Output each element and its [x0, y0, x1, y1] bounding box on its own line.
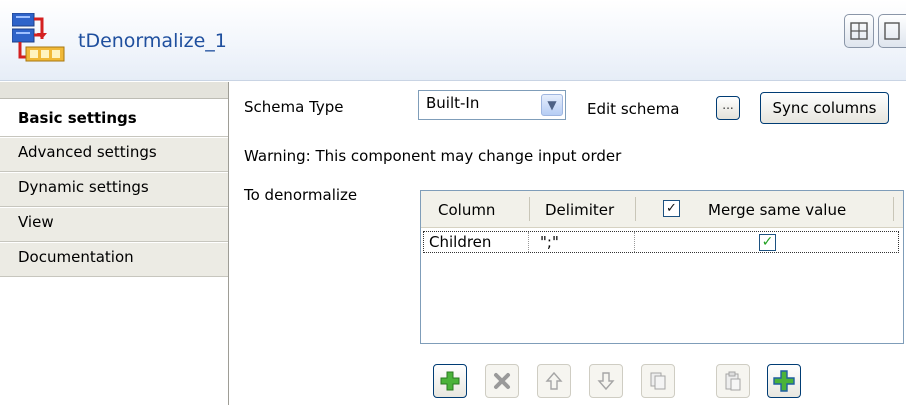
paste-button[interactable] [716, 364, 750, 398]
column-header-column[interactable]: Column [438, 201, 495, 219]
remove-row-button[interactable] [485, 364, 519, 398]
add-icon [440, 371, 460, 391]
move-up-icon [545, 371, 563, 390]
tdenormalize-component-icon [12, 13, 65, 62]
add-all-icon [773, 370, 795, 392]
add-all-button[interactable] [767, 364, 801, 398]
header-separator [635, 197, 636, 221]
component-title: tDenormalize_1 [78, 30, 227, 52]
remove-icon [494, 373, 510, 389]
tab-dynamic-settings[interactable]: Dynamic settings [0, 173, 228, 207]
cell-separator [528, 232, 530, 252]
layout-toggle-button[interactable] [844, 14, 874, 48]
cell-column[interactable]: Children [429, 233, 491, 251]
move-down-button[interactable] [589, 364, 623, 398]
component-header: tDenormalize_1 [0, 0, 906, 81]
copy-button[interactable] [641, 364, 675, 398]
to-denormalize-label: To denormalize [244, 186, 358, 204]
column-header-delimiter[interactable]: Delimiter [545, 201, 614, 219]
view-toggle-button[interactable] [878, 14, 906, 48]
schema-type-value: Built-In [426, 94, 480, 112]
move-down-icon [597, 372, 615, 391]
cell-delimiter[interactable]: ";" [540, 233, 559, 251]
tab-basic-settings[interactable]: Basic settings [0, 99, 228, 137]
grid-layout-icon [850, 22, 868, 40]
tab-view[interactable]: View [0, 208, 228, 242]
settings-tab-list: Basic settings Advanced settings Dynamic… [0, 82, 229, 405]
table-header: Column Delimiter ✓ Merge same value [421, 191, 903, 228]
panel-icon [884, 22, 900, 40]
edit-schema-button[interactable]: ... [716, 96, 740, 120]
denormalize-table: Column Delimiter ✓ Merge same value Chil… [420, 190, 904, 344]
chevron-down-icon[interactable]: ▼ [541, 94, 563, 116]
move-up-button[interactable] [537, 364, 571, 398]
add-row-button[interactable] [433, 364, 467, 398]
header-separator [893, 197, 894, 221]
edit-schema-label: Edit schema [587, 100, 680, 118]
copy-icon [650, 372, 666, 390]
tab-strip-top [0, 82, 228, 99]
schema-type-select[interactable]: Built-In ▼ [418, 90, 566, 120]
merge-same-value-checkbox[interactable]: ✓ [759, 234, 776, 251]
header-separator [529, 197, 530, 221]
tab-advanced-settings[interactable]: Advanced settings [0, 138, 228, 172]
sync-columns-button[interactable]: Sync columns [760, 92, 889, 124]
tab-documentation[interactable]: Documentation [0, 243, 228, 277]
paste-icon [725, 371, 741, 391]
table-row[interactable]: Children ";" ✓ [423, 231, 899, 253]
tab-divider [228, 82, 229, 405]
warning-text: Warning: This component may change input… [244, 147, 622, 165]
merge-all-checkbox[interactable]: ✓ [663, 200, 680, 217]
column-header-merge[interactable]: Merge same value [708, 201, 846, 219]
schema-type-label: Schema Type [244, 98, 344, 116]
cell-separator [634, 232, 636, 252]
